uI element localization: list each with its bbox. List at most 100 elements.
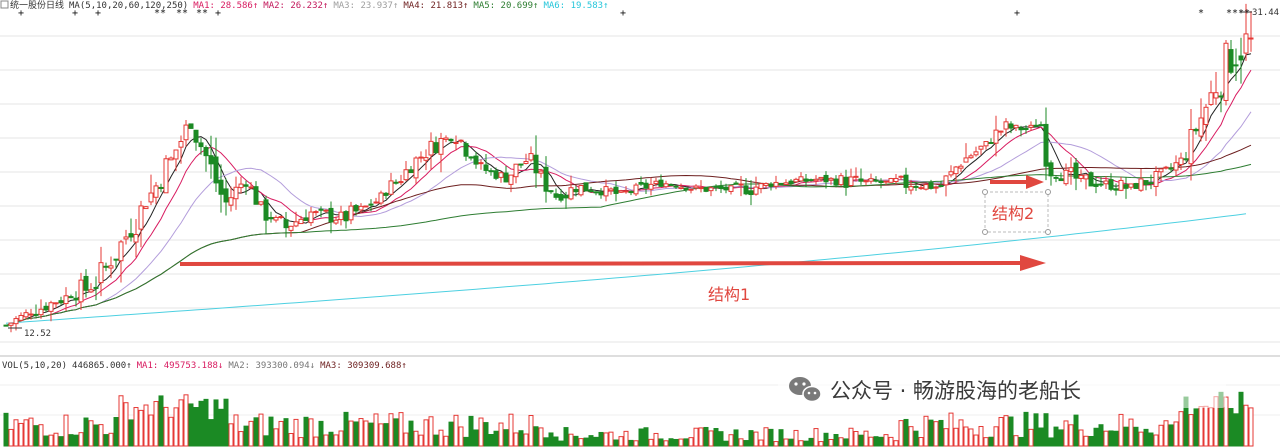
volume-bar — [388, 413, 394, 447]
volume-bar — [133, 407, 139, 447]
volume-bar — [403, 432, 409, 447]
legend-toggle-icon[interactable] — [0, 0, 9, 9]
volume-bar — [483, 422, 489, 447]
volume-bar — [488, 433, 494, 447]
candle — [388, 172, 394, 196]
candle — [1193, 127, 1199, 135]
candle — [8, 322, 14, 333]
volume-bar — [343, 411, 349, 447]
candle — [273, 215, 279, 223]
volume-bar — [383, 423, 389, 447]
volume-bar — [953, 427, 959, 447]
volume-bar — [853, 431, 859, 447]
volume-bar — [1073, 414, 1079, 447]
volume-bar — [788, 438, 794, 447]
volume-bar — [478, 417, 484, 447]
ma4-label: MA4 — [403, 1, 419, 11]
volume-bar — [78, 432, 84, 447]
candle — [233, 176, 239, 210]
volume-bar — [518, 430, 524, 447]
watermark-text: 公众号 · 畅游股海的老船长 — [830, 379, 1081, 403]
arrow-head-icon — [1020, 255, 1046, 271]
candle — [338, 205, 344, 226]
volume-bar — [948, 412, 954, 447]
candle — [503, 166, 509, 183]
candle — [718, 180, 724, 194]
volume-bar — [238, 431, 244, 447]
candle — [463, 141, 469, 161]
candle — [418, 151, 424, 163]
volume-bar — [693, 427, 699, 447]
volume-bar — [348, 420, 354, 447]
volume-bar — [1038, 427, 1044, 447]
volume-bar — [288, 433, 294, 447]
volume-bar — [363, 420, 369, 447]
candle — [848, 168, 854, 188]
candle — [968, 153, 974, 159]
volume-bar — [708, 430, 714, 447]
candle — [798, 172, 804, 182]
volume-bar — [1048, 437, 1054, 447]
vol-ma3-label: MA3 — [320, 361, 336, 371]
volume-bar — [213, 399, 219, 447]
candle — [473, 151, 479, 169]
candle — [933, 185, 939, 194]
volume-bar — [298, 437, 304, 447]
volume-bar — [263, 435, 269, 447]
volume-bar — [548, 432, 554, 447]
volume-bar — [793, 429, 799, 447]
volume-bar — [1018, 436, 1024, 447]
volume-bar — [758, 439, 764, 447]
volume-bar — [883, 434, 889, 447]
volume-bar — [843, 438, 849, 447]
volume-bar — [943, 428, 949, 447]
candle — [598, 188, 604, 199]
candle — [1003, 118, 1009, 137]
volume-bar — [1233, 413, 1239, 447]
candle — [323, 209, 329, 213]
candle — [1118, 176, 1124, 192]
candle — [243, 180, 249, 195]
volume-bar — [1168, 424, 1174, 447]
volume-bar — [128, 419, 134, 447]
volume-bar — [1098, 424, 1104, 447]
volume-bar — [718, 431, 724, 447]
candle — [833, 175, 839, 188]
volume-bar — [528, 414, 534, 447]
candle — [163, 155, 169, 194]
candle — [593, 191, 599, 196]
candle — [268, 211, 274, 223]
volume-bar — [103, 434, 109, 447]
volume-bar — [1133, 426, 1139, 447]
volume-bar — [88, 420, 94, 447]
candle — [1128, 183, 1134, 190]
candle — [108, 256, 114, 279]
vol-indicator-label: VOL(5,10,20) — [2, 361, 67, 371]
candle — [688, 188, 694, 194]
volume-bar — [648, 438, 654, 447]
volume-bar — [163, 406, 169, 447]
volume-bar — [68, 434, 74, 447]
volume-bar — [83, 417, 89, 447]
volume-bar — [988, 436, 994, 447]
volume-bar — [928, 419, 934, 447]
candle — [568, 175, 574, 201]
volume-bar — [1228, 408, 1234, 447]
volume-bar — [753, 431, 759, 447]
candle — [958, 163, 964, 172]
candle — [1173, 155, 1179, 177]
volume-bar — [828, 438, 834, 447]
ma3-value: 23.937↑ — [360, 1, 398, 11]
candle — [33, 304, 39, 318]
candle — [1033, 119, 1039, 127]
volume-bar — [228, 423, 234, 447]
volume-bar — [803, 440, 809, 447]
candle — [93, 276, 99, 301]
watermark: 公众号 · 畅游股海的老船长 — [778, 372, 1226, 408]
volume-bar — [283, 418, 289, 447]
volume-bar — [848, 427, 854, 447]
candle — [703, 187, 709, 193]
volume-bar — [1188, 414, 1194, 447]
volume-bar — [1063, 420, 1069, 447]
candle — [1213, 71, 1219, 105]
